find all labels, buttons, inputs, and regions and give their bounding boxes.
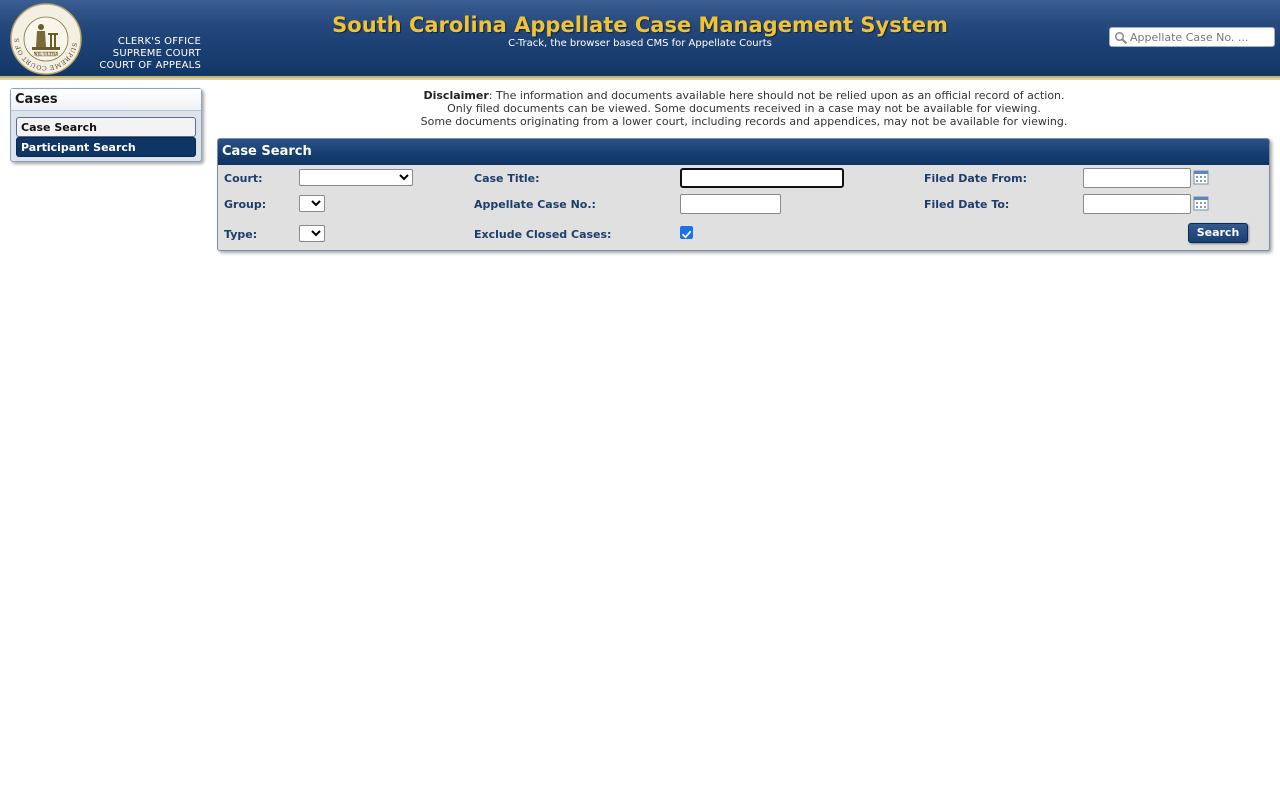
sidebar: Cases Case Search Participant Search	[10, 88, 202, 162]
group-select[interactable]	[299, 195, 325, 212]
filed-date-to-label: Filed Date To:	[924, 198, 1010, 211]
search-button[interactable]: Search	[1188, 223, 1248, 243]
calendar-icon[interactable]	[1193, 169, 1209, 185]
org-line-appeals: COURT OF APPEALS	[99, 60, 201, 71]
disclaimer-line-2: Only filed documents can be viewed. Some…	[447, 102, 1041, 115]
app-title: South Carolina Appellate Case Management…	[332, 13, 948, 37]
checkmark-icon	[682, 230, 692, 239]
court-select[interactable]	[299, 169, 413, 186]
disclaimer-line-3: Some documents originating from a lower …	[420, 115, 1068, 128]
filed-date-from-label: Filed Date From:	[924, 172, 1027, 185]
calendar-icon[interactable]	[1193, 195, 1209, 211]
case-title-input[interactable]	[680, 168, 844, 188]
panel-title: Case Search	[218, 139, 1269, 165]
disclaimer-text-1: : The information and documents availabl…	[488, 89, 1065, 102]
filed-date-to-input[interactable]	[1083, 194, 1191, 214]
appellate-case-no-input[interactable]	[680, 194, 781, 214]
quick-search-input[interactable]	[1130, 29, 1272, 45]
exclude-closed-label: Exclude Closed Cases:	[474, 228, 612, 241]
sidebar-item-case-search[interactable]: Case Search	[16, 117, 196, 137]
group-label: Group:	[224, 198, 267, 211]
type-label: Type:	[224, 228, 258, 241]
site-header: SUPREME COURT OF SOUTH CAROLINA NIL ULTR…	[0, 0, 1280, 80]
quick-search-box[interactable]	[1109, 27, 1275, 47]
sidebar-item-participant-search[interactable]: Participant Search	[16, 137, 196, 157]
case-title-label: Case Title:	[474, 172, 540, 185]
court-label: Court:	[224, 172, 263, 185]
disclaimer-line-1: Disclaimer: The information and document…	[218, 89, 1270, 102]
search-icon	[1114, 31, 1128, 45]
appellate-case-no-label: Appellate Case No.:	[474, 198, 596, 211]
filed-date-from-input[interactable]	[1083, 168, 1191, 188]
case-search-panel: Case Search Court: Group: Type: Case Tit…	[217, 138, 1270, 251]
sidebar-heading: Cases	[11, 89, 201, 111]
disclaimer-label: Disclaimer	[423, 89, 489, 102]
disclaimer: Disclaimer: The information and document…	[218, 89, 1270, 128]
seal-motto: NIL ULTRA	[34, 51, 59, 56]
type-select[interactable]	[299, 225, 325, 242]
exclude-closed-checkbox[interactable]	[680, 226, 693, 239]
app-subtitle: C-Track, the browser based CMS for Appel…	[508, 38, 772, 49]
